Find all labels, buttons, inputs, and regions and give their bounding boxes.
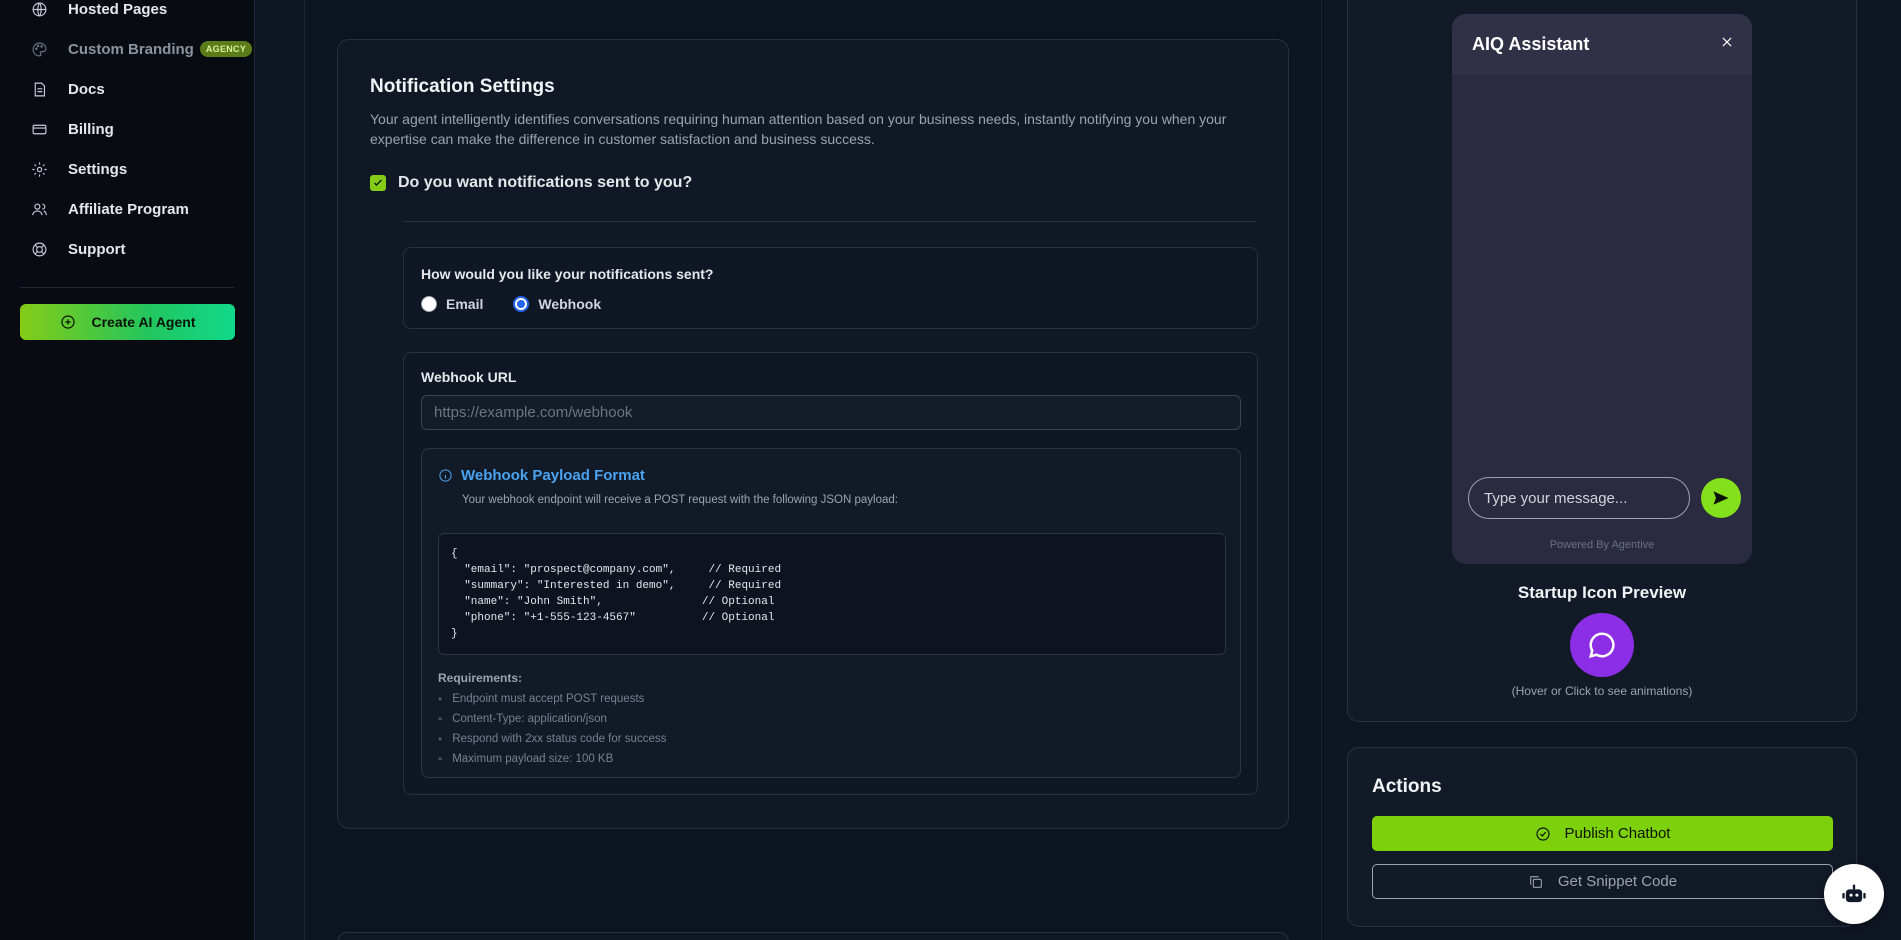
document-icon xyxy=(30,80,48,98)
send-button[interactable] xyxy=(1701,478,1741,518)
gear-icon xyxy=(30,160,48,178)
powered-by-text: Powered By Agentive xyxy=(1549,539,1655,551)
method-radio-group: Email Webhook xyxy=(421,296,631,312)
section-description: Your agent intelligently identifies conv… xyxy=(370,111,1227,147)
method-option-email[interactable]: Email xyxy=(421,296,483,312)
sidebar-item-label: Docs xyxy=(68,80,105,98)
chat-bubble-icon xyxy=(1588,632,1615,659)
payload-code: { "email": "prospect@company.com", // Re… xyxy=(451,548,782,640)
next-card xyxy=(337,932,1289,940)
lifebuoy-icon xyxy=(30,240,48,258)
sidebar-item-hosted-pages[interactable]: Hosted Pages xyxy=(30,0,167,21)
check-icon xyxy=(374,179,382,186)
webhook-radio-label: Webhook xyxy=(538,296,602,312)
palette-icon xyxy=(30,40,48,58)
payload-code-block: { "email": "prospect@company.com", // Re… xyxy=(438,533,1226,655)
webhook-payload-info: Webhook Payload Format Your webhook endp… xyxy=(421,448,1241,778)
sidebar-item-custom-branding[interactable]: Custom Branding AGENCY xyxy=(30,37,253,61)
notifications-enable-row[interactable]: Do you want notifications sent to you? xyxy=(370,174,692,192)
chat-preview-window: AIQ Assistant Powered By Agentive xyxy=(1452,14,1752,564)
divider xyxy=(403,221,1257,222)
list-item: Content-Type: application/json xyxy=(438,709,666,729)
chat-title: AIQ Assistant xyxy=(1472,34,1590,54)
startup-icon-hint: (Hover or Click to see animations) xyxy=(1511,684,1693,698)
send-icon xyxy=(1713,491,1729,505)
create-ai-agent-button[interactable]: Create AI Agent xyxy=(20,304,235,340)
plus-circle-icon xyxy=(60,315,75,329)
actions-title: Actions xyxy=(1372,776,1442,797)
sidebar: Hosted Pages Custom Branding AGENCY Docs… xyxy=(0,0,255,940)
webhook-radio[interactable] xyxy=(513,296,530,312)
info-icon xyxy=(439,469,452,482)
section-title: Notification Settings xyxy=(370,76,555,97)
method-option-webhook[interactable]: Webhook xyxy=(513,296,601,312)
payload-title: Webhook Payload Format xyxy=(461,467,645,484)
notification-settings-card: Notification Settings Your agent intelli… xyxy=(337,39,1289,829)
notifications-enable-label: Do you want notifications sent to you? xyxy=(398,174,693,191)
email-radio[interactable] xyxy=(421,296,437,312)
get-snippet-code-button[interactable]: Get Snippet Code xyxy=(1372,864,1833,899)
get-snippet-code-label: Get Snippet Code xyxy=(1557,873,1678,890)
payload-subtitle: Your webhook endpoint will receive a POS… xyxy=(462,494,898,506)
credit-card-icon xyxy=(30,120,48,138)
startup-icon-preview[interactable] xyxy=(1570,613,1634,677)
method-question: How would you like your notifications se… xyxy=(421,266,714,282)
users-icon xyxy=(30,200,48,218)
startup-icon-title: Startup Icon Preview xyxy=(1517,583,1687,602)
webhook-url-label: Webhook URL xyxy=(421,369,517,385)
chat-message-input[interactable] xyxy=(1468,477,1690,519)
check-circle-icon xyxy=(1535,826,1550,841)
globe-icon xyxy=(30,0,48,18)
notification-method-box: How would you like your notifications se… xyxy=(403,247,1258,329)
publish-chatbot-label: Publish Chatbot xyxy=(1564,825,1671,842)
actions-panel: Actions Publish Chatbot Get Snippet Code xyxy=(1347,747,1857,927)
requirements-title: Requirements: xyxy=(438,671,523,685)
copy-icon xyxy=(1530,875,1542,888)
chatbot-launcher-button[interactable] xyxy=(1824,864,1884,924)
payload-header: Webhook Payload Format xyxy=(438,467,645,484)
robot-icon xyxy=(1842,884,1866,903)
list-item: Endpoint must accept POST requests xyxy=(438,689,666,709)
sidebar-item-billing[interactable]: Billing xyxy=(30,117,114,141)
requirements-list: Endpoint must accept POST requests Conte… xyxy=(438,689,666,769)
notifications-checkbox[interactable] xyxy=(370,175,386,191)
sidebar-item-label: Custom Branding xyxy=(68,40,194,58)
list-item: Respond with 2xx status code for success xyxy=(438,729,666,749)
sidebar-item-support[interactable]: Support xyxy=(30,237,126,261)
sidebar-item-docs[interactable]: Docs xyxy=(30,77,105,101)
webhook-url-input[interactable] xyxy=(421,395,1241,430)
email-radio-label: Email xyxy=(446,296,484,312)
publish-chatbot-button[interactable]: Publish Chatbot xyxy=(1372,816,1833,851)
close-icon[interactable] xyxy=(1720,35,1734,54)
sidebar-item-label: Settings xyxy=(68,160,128,178)
sidebar-item-label: Billing xyxy=(68,120,114,138)
sidebar-item-label: Hosted Pages xyxy=(68,0,168,18)
webhook-config-box: Webhook URL Webhook Payload Format Your … xyxy=(403,352,1258,795)
sidebar-item-settings[interactable]: Settings xyxy=(30,157,127,181)
create-ai-agent-label: Create AI Agent xyxy=(91,314,196,330)
sidebar-item-label: Affiliate Program xyxy=(68,200,189,218)
sidebar-item-label: Support xyxy=(68,240,126,258)
sidebar-divider xyxy=(20,287,234,288)
agency-badge: AGENCY xyxy=(199,41,253,57)
list-item: Maximum payload size: 100 KB xyxy=(438,749,666,769)
chat-header: AIQ Assistant xyxy=(1452,14,1752,75)
sidebar-item-affiliate-program[interactable]: Affiliate Program xyxy=(30,197,189,221)
